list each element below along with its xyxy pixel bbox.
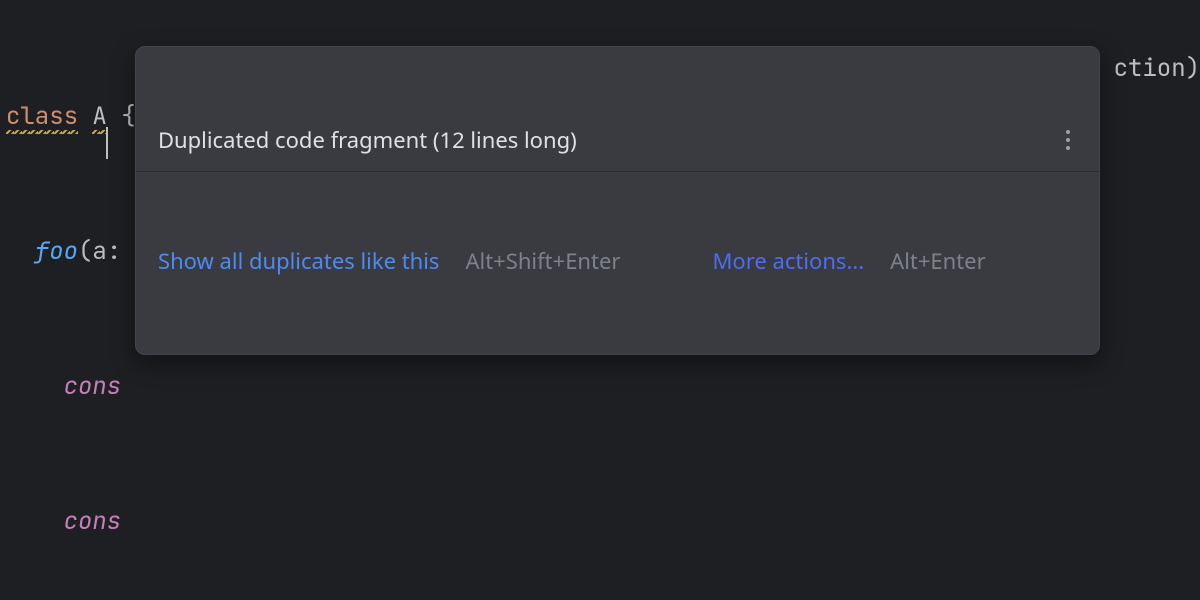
shortcut-hint: Alt+Enter (890, 246, 986, 276)
class-name: A (92, 101, 106, 132)
partial-token: cons (64, 506, 122, 537)
paren-open: ( (78, 236, 92, 267)
keyword-class: class (6, 101, 78, 132)
popup-header: Duplicated code fragment (12 lines long) (136, 107, 1099, 172)
code-line[interactable]: cons (0, 501, 1200, 543)
show-duplicates-link[interactable]: Show all duplicates like this (158, 246, 439, 276)
more-vert-icon[interactable] (1059, 129, 1077, 151)
colon: : (107, 236, 121, 267)
inspection-popup: Duplicated code fragment (12 lines long)… (135, 46, 1100, 355)
popup-title: Duplicated code fragment (12 lines long) (158, 125, 577, 155)
popup-actions: Show all duplicates like this Alt+Shift+… (136, 232, 1099, 294)
code-line[interactable]: cons (0, 366, 1200, 408)
method-name: foo (35, 236, 78, 267)
brace-open: { (121, 101, 135, 132)
param: a (92, 236, 106, 267)
shortcut-hint: Alt+Shift+Enter (465, 246, 620, 276)
code-editor[interactable]: class A { foo(a: cons cons console.log('… (0, 0, 1200, 600)
overflow-text: ction) (1114, 48, 1200, 90)
more-actions-link[interactable]: More actions... (712, 246, 864, 276)
partial-token: cons (64, 371, 122, 402)
